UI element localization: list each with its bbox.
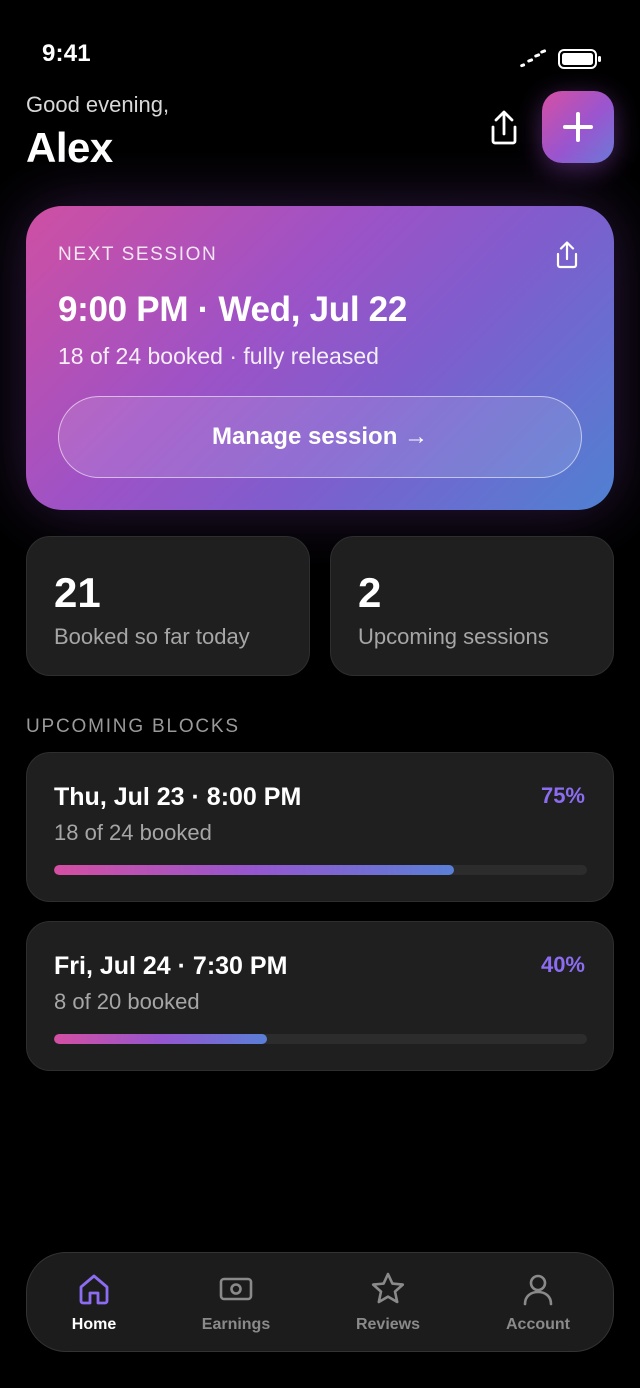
status-bar: 9:41: [0, 0, 640, 100]
battery-icon: [558, 49, 601, 69]
manage-session-button[interactable]: Manage session →: [58, 396, 582, 478]
add-session-button[interactable]: [542, 91, 614, 163]
tab-earnings[interactable]: Earnings: [166, 1253, 306, 1353]
greeting-text: Good evening,: [26, 92, 170, 117]
block-percent: 75%: [540, 783, 585, 808]
person-icon: [523, 1274, 553, 1306]
share-icon: [556, 241, 578, 269]
block-booked-count: 18 of 24 booked: [54, 820, 212, 845]
cash-icon: [219, 1277, 253, 1301]
tab-home[interactable]: Home: [24, 1253, 164, 1353]
share-icon: [491, 110, 517, 145]
tab-account[interactable]: Account: [468, 1253, 608, 1353]
stat-card-booked-today: 21 Booked so far today: [26, 536, 310, 676]
home-icon: [79, 1274, 109, 1305]
tab-label: Earnings: [201, 1316, 271, 1333]
status-time: 9:41: [42, 40, 91, 67]
next-session-card: NEXT SESSION 9:00 PM · Wed, Jul 22 18 of…: [26, 206, 614, 510]
tab-label: Account: [506, 1316, 570, 1333]
progress-fill: [54, 865, 454, 875]
stat-label: Booked so far today: [54, 624, 250, 649]
tab-bar: Home Earnings Reviews Account: [26, 1252, 614, 1352]
signal-icon: [520, 49, 547, 68]
upcoming-blocks-title: UPCOMING BLOCKS: [26, 716, 240, 737]
tab-reviews[interactable]: Reviews: [318, 1253, 458, 1353]
star-icon: [371, 1272, 405, 1304]
share-button[interactable]: [484, 106, 524, 150]
tab-label: Home: [71, 1316, 117, 1333]
progress-fill: [54, 1034, 268, 1044]
block-title: Thu, Jul 23 · 8:00 PM: [54, 783, 302, 811]
next-session-time: 9:00 PM · Wed, Jul 22: [58, 290, 407, 329]
stat-card-upcoming-sessions: 2 Upcoming sessions: [330, 536, 614, 676]
upcoming-block-card[interactable]: Fri, Jul 24 · 7:30 PM 8 of 20 booked 40%: [26, 921, 614, 1071]
stat-label: Upcoming sessions: [358, 624, 549, 649]
tab-label: Reviews: [355, 1316, 421, 1333]
block-title: Fri, Jul 24 · 7:30 PM: [54, 952, 288, 980]
user-name: Alex: [26, 124, 113, 171]
stat-value: 2: [358, 569, 382, 616]
progress-track: [54, 865, 587, 875]
stat-value: 21: [54, 569, 101, 616]
block-booked-count: 8 of 20 booked: [54, 989, 200, 1014]
next-session-meta: 18 of 24 booked · fully released: [58, 343, 379, 369]
session-share-button[interactable]: [552, 240, 582, 270]
upcoming-block-card[interactable]: Thu, Jul 23 · 8:00 PM 18 of 24 booked 75…: [26, 752, 614, 902]
plus-icon: [563, 112, 593, 142]
progress-track: [54, 1034, 587, 1044]
next-session-label: NEXT SESSION: [58, 244, 218, 265]
block-percent: 40%: [540, 952, 585, 977]
